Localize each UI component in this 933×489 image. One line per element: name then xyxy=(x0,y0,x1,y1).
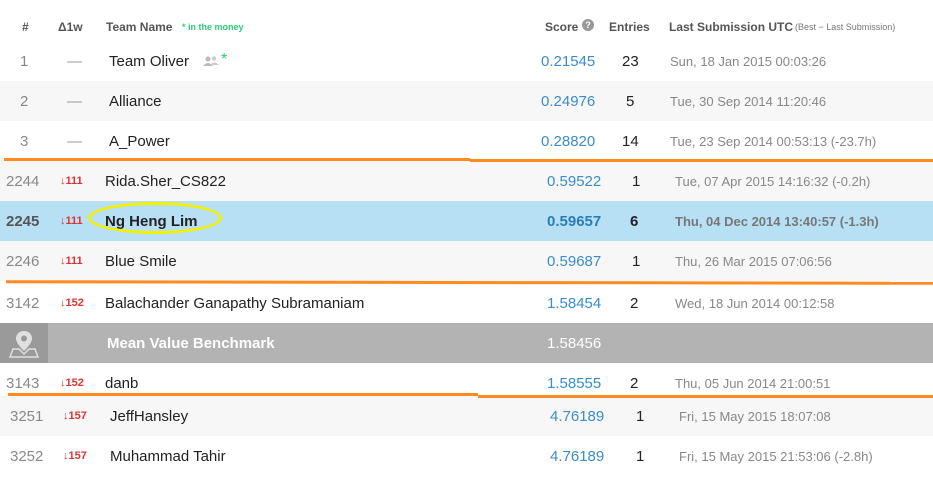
table-row[interactable]: 3 — A_Power 0.28820 14 Tue, 23 Sep 2014 … xyxy=(0,121,933,161)
table-row[interactable]: 3251 ↓157 JeffHansley 4.76189 1 Fri, 15 … xyxy=(0,396,933,436)
row-delta: ↓152 xyxy=(60,297,84,309)
in-the-money-star: * xyxy=(221,51,228,68)
row-score: 0.59657 xyxy=(547,213,602,230)
row-team-name[interactable]: Rida.Sher_CS822 xyxy=(105,173,226,190)
benchmark-icon-cell xyxy=(0,323,48,363)
table-row[interactable]: 2246 ↓111 Blue Smile 0.59687 1 Thu, 26 M… xyxy=(0,241,933,281)
row-rank: 3252 xyxy=(10,448,44,465)
row-rank: 3142 xyxy=(6,295,40,312)
row-delta: ↓157 xyxy=(63,410,87,422)
row-rank: 2246 xyxy=(6,253,40,270)
row-entries: 23 xyxy=(622,53,639,70)
row-team-name[interactable]: Alliance xyxy=(109,93,162,110)
row-entries: 5 xyxy=(626,93,635,110)
header-team-name: Team Name xyxy=(106,20,173,34)
row-entries: 1 xyxy=(632,253,641,270)
row-delta: — xyxy=(67,93,82,110)
row-delta: ↓157 xyxy=(63,450,87,462)
row-entries: 2 xyxy=(630,295,639,312)
row-score: 0.28820 xyxy=(541,133,596,150)
row-entries: 1 xyxy=(636,408,645,425)
benchmark-name: Mean Value Benchmark xyxy=(107,335,275,352)
row-rank: 2 xyxy=(20,93,29,110)
row-score: 4.76189 xyxy=(550,448,605,465)
row-entries: 2 xyxy=(630,375,639,392)
row-team-name[interactable]: danb xyxy=(105,375,138,392)
table-row[interactable]: 2 — Alliance 0.24976 5 Tue, 30 Sep 2014 … xyxy=(0,81,933,121)
row-team-name[interactable]: Muhammad Tahir xyxy=(110,448,226,465)
row-last-submission: Wed, 18 Jun 2014 00:12:58 xyxy=(675,296,835,311)
row-last-submission: Fri, 15 May 2015 18:07:08 xyxy=(679,409,831,424)
row-rank: 3 xyxy=(20,133,29,150)
header-entries: Entries xyxy=(609,20,650,34)
row-team-name[interactable]: Blue Smile xyxy=(105,253,177,270)
row-last-submission: Tue, 30 Sep 2014 11:20:46 xyxy=(670,94,827,109)
row-team-name[interactable]: Team Oliver xyxy=(109,53,189,70)
leaderboard-header: # Δ1w Team Name * in the money Score ? E… xyxy=(0,0,933,42)
table-row[interactable]: 3142 ↓152 Balachander Ganapathy Subraman… xyxy=(0,283,933,323)
row-rank: 2244 xyxy=(6,173,40,190)
row-score: 0.24976 xyxy=(541,93,596,110)
row-entries: 14 xyxy=(622,133,639,150)
row-rank: 2245 xyxy=(6,213,40,230)
table-row[interactable]: 1 — Team Oliver * 0.21545 23 Sun, 18 Jan… xyxy=(0,41,933,81)
separator-annotation xyxy=(4,158,470,161)
row-last-submission: Sun, 18 Jan 2015 00:03:26 xyxy=(670,54,827,69)
row-delta: ↓111 xyxy=(60,175,83,187)
header-last-note: (Best − Last Submission) xyxy=(795,22,896,32)
row-entries: 6 xyxy=(630,213,639,230)
separator-annotation xyxy=(478,395,933,398)
header-delta: Δ1w xyxy=(58,20,83,34)
row-team-name[interactable]: A_Power xyxy=(109,133,170,150)
row-score: 0.21545 xyxy=(541,53,596,70)
row-score: 0.59687 xyxy=(547,253,602,270)
row-last-submission: Thu, 26 Mar 2015 07:06:56 xyxy=(675,254,832,269)
row-delta: ↓111 xyxy=(60,255,83,267)
help-icon[interactable]: ? xyxy=(582,19,594,31)
row-team-name[interactable]: JeffHansley xyxy=(110,408,188,425)
header-last-submission: Last Submission UTC xyxy=(669,20,794,34)
header-rank: # xyxy=(22,20,29,34)
map-pin-icon xyxy=(8,331,40,358)
row-last-submission: Thu, 04 Dec 2014 13:40:57 (-1.3h) xyxy=(675,214,879,229)
row-delta: ↓152 xyxy=(60,377,84,389)
row-delta: ↓111 xyxy=(60,215,83,227)
row-entries: 1 xyxy=(632,173,641,190)
separator-annotation xyxy=(470,159,933,162)
highlight-ellipse-annotation xyxy=(88,202,222,234)
row-delta: — xyxy=(67,133,82,150)
row-score: 1.58555 xyxy=(547,375,602,392)
table-row[interactable]: 3252 ↓157 Muhammad Tahir 4.76189 1 Fri, … xyxy=(0,436,933,476)
header-score: Score xyxy=(545,20,579,34)
row-rank: 3143 xyxy=(6,375,40,392)
benchmark-score: 1.58456 xyxy=(547,335,602,352)
row-score: 1.58454 xyxy=(547,295,602,312)
people-icon xyxy=(203,54,219,71)
row-score: 4.76189 xyxy=(550,408,605,425)
row-last-submission: Tue, 23 Sep 2014 00:53:13 (-23.7h) xyxy=(670,134,877,149)
row-team-name[interactable]: Balachander Ganapathy Subramaniam xyxy=(105,295,364,312)
benchmark-row: Mean Value Benchmark 1.58456 xyxy=(0,323,933,363)
row-rank: 3251 xyxy=(10,408,44,425)
row-delta: — xyxy=(67,53,82,70)
row-last-submission: Thu, 05 Jun 2014 21:00:51 xyxy=(675,376,831,391)
row-entries: 1 xyxy=(636,448,645,465)
row-score: 0.59522 xyxy=(547,173,602,190)
table-row[interactable]: 2244 ↓111 Rida.Sher_CS822 0.59522 1 Tue,… xyxy=(0,161,933,201)
header-money-note: * in the money xyxy=(182,22,244,32)
row-last-submission: Fri, 15 May 2015 21:53:06 (-2.8h) xyxy=(679,449,873,464)
separator-annotation xyxy=(8,393,478,396)
row-rank: 1 xyxy=(20,53,29,70)
row-last-submission: Tue, 07 Apr 2015 14:16:32 (-0.2h) xyxy=(675,174,871,189)
